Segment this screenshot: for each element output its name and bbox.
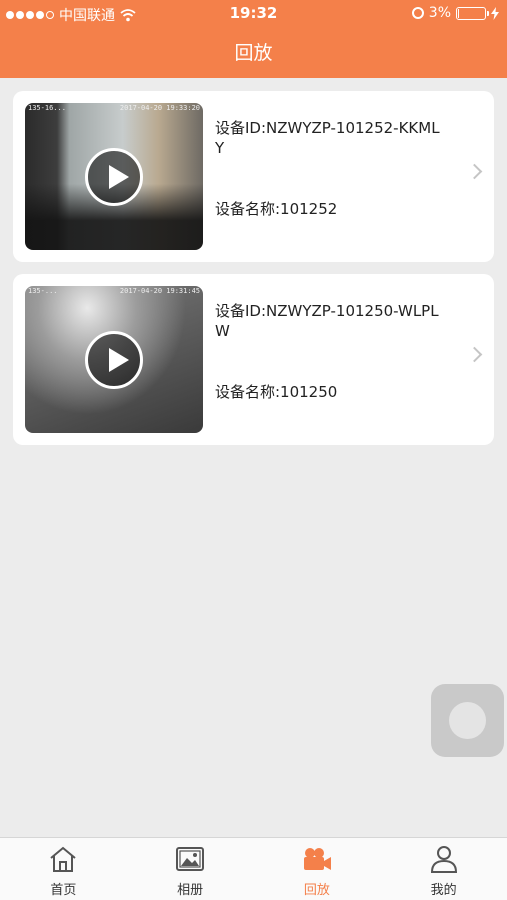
tab-bar: 首页 相册 回放 我的 <box>0 837 507 900</box>
device-id: 设备ID:NZWYZP-101252-KKMLY <box>215 119 440 157</box>
osd-channel: 135-... <box>28 287 58 295</box>
tab-label: 我的 <box>430 883 457 898</box>
video-thumbnail[interactable]: 135-16... 2017-04-20 19:33:20 <box>25 103 203 250</box>
alarm-icon <box>411 7 424 19</box>
header-bar: 中国联通 19:32 3% 回放 <box>0 0 507 78</box>
osd-channel: 135-16... <box>28 104 66 112</box>
battery-percent: 3% <box>428 5 451 21</box>
status-right: 3% <box>411 5 499 21</box>
osd-timestamp: 2017-04-20 19:33:20 <box>119 104 200 112</box>
tab-home[interactable]: 首页 <box>0 838 127 900</box>
play-icon[interactable] <box>85 331 143 389</box>
video-thumbnail[interactable]: 135-... 2017-04-20 19:31:45 <box>25 286 203 433</box>
video-osd: 135-... 2017-04-20 19:31:45 <box>28 287 200 297</box>
tab-album[interactable]: 相册 <box>127 838 254 900</box>
video-camera-icon <box>303 848 331 870</box>
battery-icon <box>456 6 489 20</box>
device-name: 设备名称:101250 <box>215 383 338 401</box>
tab-label: 相册 <box>177 883 204 898</box>
charging-icon <box>491 6 499 20</box>
play-icon[interactable] <box>85 148 143 206</box>
chevron-right-icon <box>466 163 483 180</box>
status-bar: 中国联通 19:32 3% <box>0 0 507 28</box>
osd-timestamp: 2017-04-20 19:31:45 <box>119 287 200 295</box>
home-icon <box>50 846 77 872</box>
assistive-touch-button[interactable] <box>431 684 504 757</box>
user-icon <box>430 846 457 873</box>
device-name: 设备名称:101252 <box>215 200 338 218</box>
album-icon <box>176 847 205 871</box>
chevron-right-icon <box>466 346 483 363</box>
device-card[interactable]: 135-16... 2017-04-20 19:33:20 设备ID:NZWYZ… <box>13 91 494 262</box>
tab-label: 回放 <box>303 883 330 898</box>
tab-playback[interactable]: 回放 <box>254 838 381 900</box>
page-title: 回放 <box>234 42 273 64</box>
device-card[interactable]: 135-... 2017-04-20 19:31:45 设备ID:NZWYZP-… <box>13 274 494 445</box>
battery-fill <box>458 8 459 18</box>
tab-label: 首页 <box>50 883 77 898</box>
device-id: 设备ID:NZWYZP-101250-WLPLW <box>215 302 439 340</box>
tab-profile[interactable]: 我的 <box>380 838 507 900</box>
video-osd: 135-16... 2017-04-20 19:33:20 <box>28 104 200 114</box>
